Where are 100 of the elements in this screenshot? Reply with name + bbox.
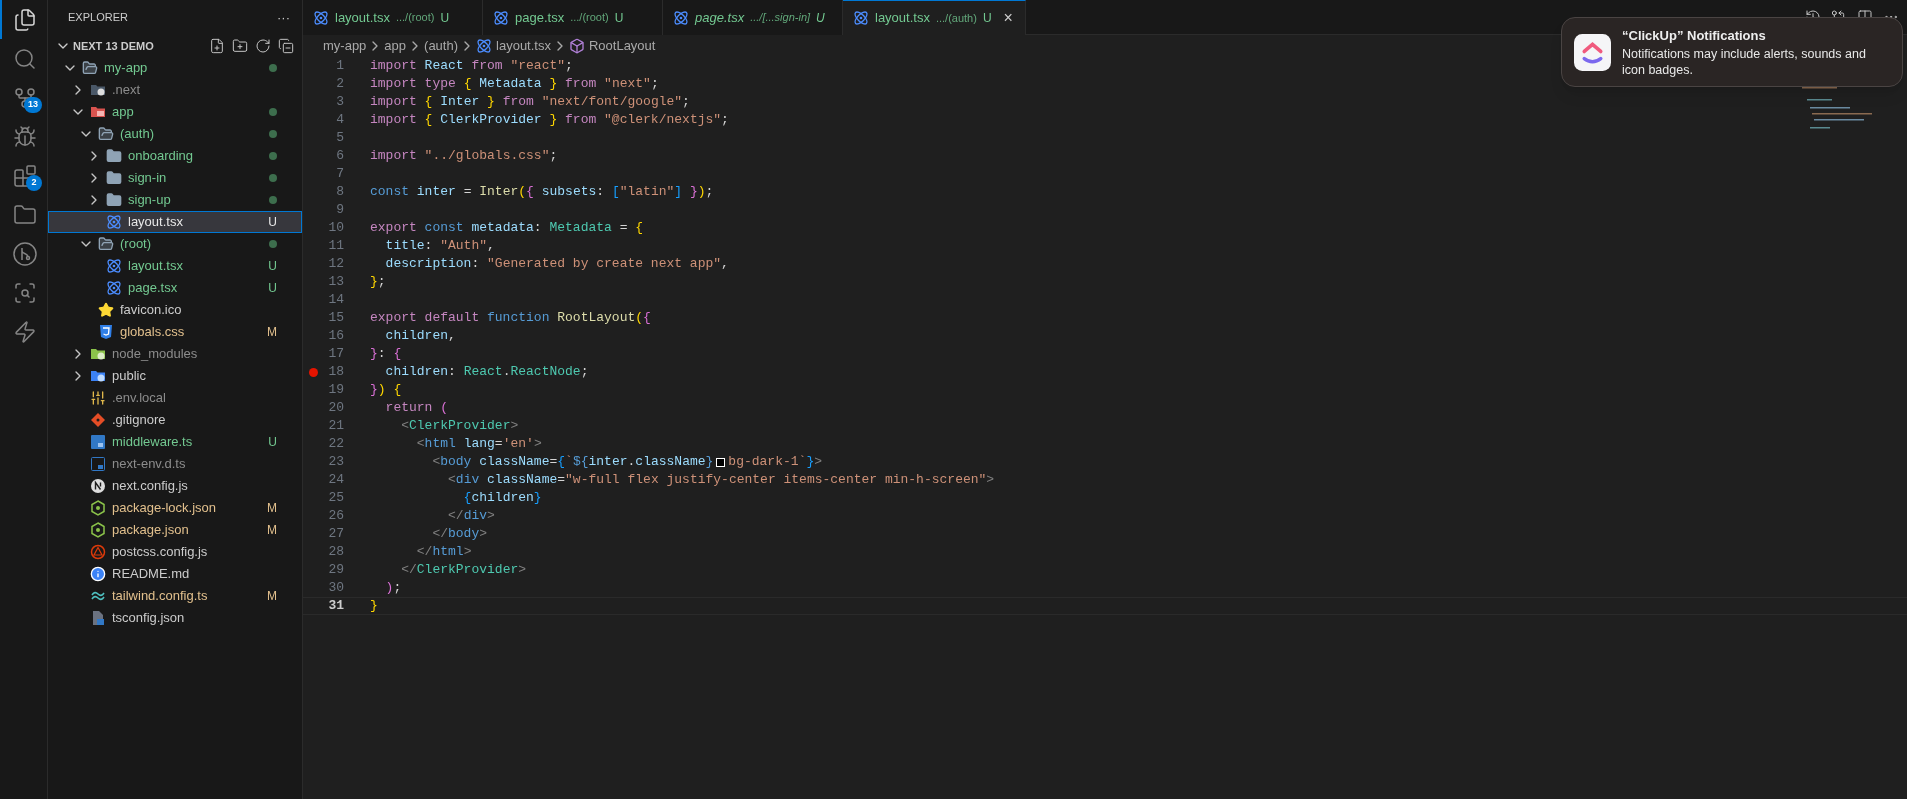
ts-file-icon <box>90 456 106 472</box>
atom-icon <box>106 280 122 296</box>
folder-icon <box>106 170 122 186</box>
file-tree-item[interactable]: globals.css M <box>48 321 302 343</box>
app-logo-icon <box>1574 33 1611 71</box>
atom-icon <box>106 258 122 274</box>
new-folder-icon[interactable] <box>232 38 248 54</box>
notification-title: “ClickUp” Notifications <box>1622 27 1767 46</box>
code-line: export default function RootLayout({ <box>370 309 651 328</box>
file-tree-item[interactable]: sign-up <box>48 189 302 211</box>
code-line: ); <box>384 579 402 598</box>
atom-icon <box>476 38 493 54</box>
file-tree-item[interactable]: layout.tsx U <box>48 255 302 277</box>
editor-tab[interactable]: page.tsx .../(root) U <box>483 0 663 35</box>
file-tree-item[interactable]: .env.local <box>48 387 302 409</box>
folder-icon <box>98 126 114 142</box>
git-status-letter: M <box>267 324 277 341</box>
line-number: 19 <box>328 381 345 400</box>
search-icon <box>12 46 37 71</box>
file-tree-item[interactable]: tailwind.config.ts M <box>48 585 302 607</box>
code-line: import { ClerkProvider } from "@clerk/nextjs"; <box>370 111 729 130</box>
new-file-icon[interactable] <box>209 38 225 54</box>
file-tree-item[interactable]: middleware.ts U <box>48 431 302 453</box>
file-tree-item[interactable]: my-app <box>48 57 302 79</box>
file-tree-item[interactable]: package.json M <box>48 519 302 541</box>
line-number: 25 <box>328 489 345 508</box>
editor-tab[interactable]: layout.tsx .../(root) U <box>303 0 483 35</box>
close-icon[interactable]: × <box>1003 10 1013 26</box>
file-tree-item[interactable]: public <box>48 365 302 387</box>
breadcrumb-item[interactable]: my-app <box>323 36 367 56</box>
breadcrumb-item[interactable]: app <box>384 36 407 56</box>
file-tree-item[interactable]: next.config.js <box>48 475 302 497</box>
editor-tab[interactable]: layout.tsx .../(auth) U × <box>843 0 1026 35</box>
folder-icon <box>98 236 114 252</box>
activity-bar-item[interactable]: 2 <box>0 156 47 195</box>
line-number: 20 <box>328 399 345 418</box>
shield-icon <box>98 324 114 340</box>
file-tree-item[interactable]: (auth) <box>48 123 302 145</box>
bug-icon <box>12 124 37 149</box>
code-line: </html> <box>415 543 472 562</box>
atom-icon <box>313 9 329 26</box>
breadcrumb-item[interactable]: layout.tsx <box>496 36 551 56</box>
file-tree-item[interactable]: node_modules <box>48 343 302 365</box>
star-icon <box>98 302 114 318</box>
code-line: import React from "react"; <box>370 57 573 76</box>
folder-icon <box>90 82 106 98</box>
folder-icon <box>90 368 106 384</box>
code-line: export const metadata: Metadata = { <box>370 219 644 238</box>
line-number: 5 <box>336 129 345 148</box>
line-number: 23 <box>328 453 345 472</box>
code-line: </ClerkProvider> <box>400 561 527 580</box>
code-line: </body> <box>431 525 488 544</box>
folder-icon <box>106 192 122 208</box>
file-tree-item[interactable]: app <box>48 101 302 123</box>
file-tree-item[interactable]: tsconfig.json <box>48 607 302 629</box>
line-number: 11 <box>328 237 345 256</box>
line-number: 3 <box>336 93 345 112</box>
file-tree-item[interactable]: README.md <box>48 563 302 585</box>
code-line: const inter = Inter({ subsets: ["latin"] }); <box>370 183 714 202</box>
file-tree-item[interactable]: next-env.d.ts <box>48 453 302 475</box>
code-line: </div> <box>447 507 495 526</box>
activity-bar-item[interactable]: 13 <box>0 78 47 117</box>
git-status-letter: M <box>267 588 277 605</box>
file-tree-item[interactable]: .gitignore <box>48 409 302 431</box>
breakpoint-icon[interactable] <box>309 367 318 377</box>
code-line: <body className={`${inter.className} <box>431 453 714 472</box>
line-number: 21 <box>328 417 345 436</box>
folder-icon <box>82 60 98 76</box>
section-header[interactable]: NEXT 13 DEMO <box>55 37 209 55</box>
code-line: description: "Generated by create next app", <box>384 255 729 274</box>
folder-icon <box>106 148 122 164</box>
file-tree-item[interactable]: sign-in <box>48 167 302 189</box>
breadcrumb-item[interactable]: RootLayout <box>588 36 656 56</box>
file-tree-item[interactable]: package-lock.json M <box>48 497 302 519</box>
line-number: 14 <box>328 291 345 310</box>
file-tree-item[interactable]: (root) <box>48 233 302 255</box>
code-line: return ( <box>384 399 449 418</box>
line-number: 17 <box>328 345 345 364</box>
refresh-icon[interactable] <box>255 38 271 54</box>
file-tree-item[interactable]: favicon.ico <box>48 299 302 321</box>
folder-icon <box>12 202 37 227</box>
atom-icon <box>853 10 869 26</box>
file-tree-item[interactable]: page.tsx U <box>48 277 302 299</box>
code-line: <html lang='en'> <box>415 435 542 454</box>
file-tree-item[interactable]: layout.tsx U <box>48 211 302 233</box>
code-line: bg-dark-1`}> <box>728 453 822 472</box>
file-tree-item[interactable]: onboarding <box>48 145 302 167</box>
git-status-letter: M <box>267 500 277 517</box>
breadcrumb-item[interactable]: (auth) <box>424 36 459 56</box>
code-line: {children} <box>462 489 542 508</box>
folder-icon <box>90 104 106 120</box>
line-number: 26 <box>328 507 345 526</box>
more-button[interactable]: ··· <box>277 7 290 28</box>
line-number: 1 <box>336 57 345 76</box>
file-tree-item[interactable]: .next <box>48 79 302 101</box>
editor-tab[interactable]: page.tsx .../[...sign-in] U <box>663 0 843 35</box>
collapse-icon[interactable] <box>278 38 294 54</box>
circle-n-icon <box>90 478 106 494</box>
file-tree-item[interactable]: postcss.config.js <box>48 541 302 563</box>
sliders-icon <box>90 390 106 406</box>
